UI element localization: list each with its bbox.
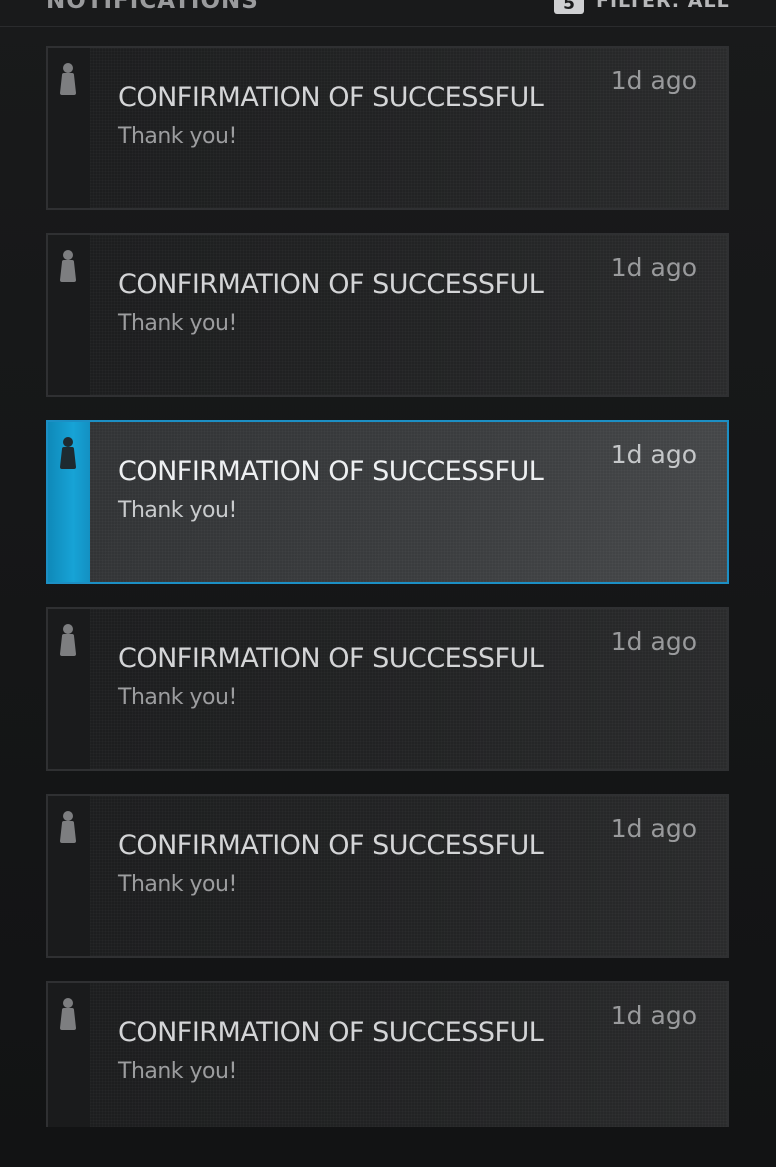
notification-time: 1d ago [610,1001,697,1030]
user-icon [60,249,76,283]
notification-message: Thank you! [118,311,237,336]
notification-time: 1d ago [610,627,697,656]
notification-message: Thank you! [118,685,237,710]
notification-title: CONFIRMATION OF SUCCESSFUL [118,830,544,861]
notifications-header: NOTIFICATIONS 5 FILTER: ALL [0,0,776,27]
notification-list: CONFIRMATION OF SUCCESSFUL Thank you! 1d… [46,46,729,1150]
notification-card[interactable]: CONFIRMATION OF SUCCESSFUL Thank you! 1d… [46,233,729,397]
user-icon [60,623,76,657]
notification-title: CONFIRMATION OF SUCCESSFUL [118,456,544,487]
notification-message: Thank you! [118,498,237,523]
user-icon [60,62,76,96]
notification-time: 1d ago [610,440,697,469]
user-icon [60,997,76,1031]
notification-message: Thank you! [118,124,237,149]
notification-title: CONFIRMATION OF SUCCESSFUL [118,82,544,113]
notification-card[interactable]: CONFIRMATION OF SUCCESSFUL Thank you! 1d… [46,981,729,1127]
page-title: NOTIFICATIONS [46,0,259,14]
filter-key-hint[interactable]: 5 [554,0,584,14]
notification-message: Thank you! [118,1059,237,1084]
notification-title: CONFIRMATION OF SUCCESSFUL [118,643,544,674]
notification-time: 1d ago [610,814,697,843]
notification-title: CONFIRMATION OF SUCCESSFUL [118,1017,544,1048]
notification-card[interactable]: CONFIRMATION OF SUCCESSFUL Thank you! 1d… [46,46,729,210]
user-icon [60,810,76,844]
notification-card-selected[interactable]: CONFIRMATION OF SUCCESSFUL Thank you! 1d… [46,420,729,584]
notification-message: Thank you! [118,872,237,897]
notification-time: 1d ago [610,253,697,282]
notification-title: CONFIRMATION OF SUCCESSFUL [118,269,544,300]
notification-time: 1d ago [610,66,697,95]
user-icon [60,436,76,470]
notification-card[interactable]: CONFIRMATION OF SUCCESSFUL Thank you! 1d… [46,607,729,771]
notification-card[interactable]: CONFIRMATION OF SUCCESSFUL Thank you! 1d… [46,794,729,958]
filter-button[interactable]: FILTER: ALL [596,0,730,12]
